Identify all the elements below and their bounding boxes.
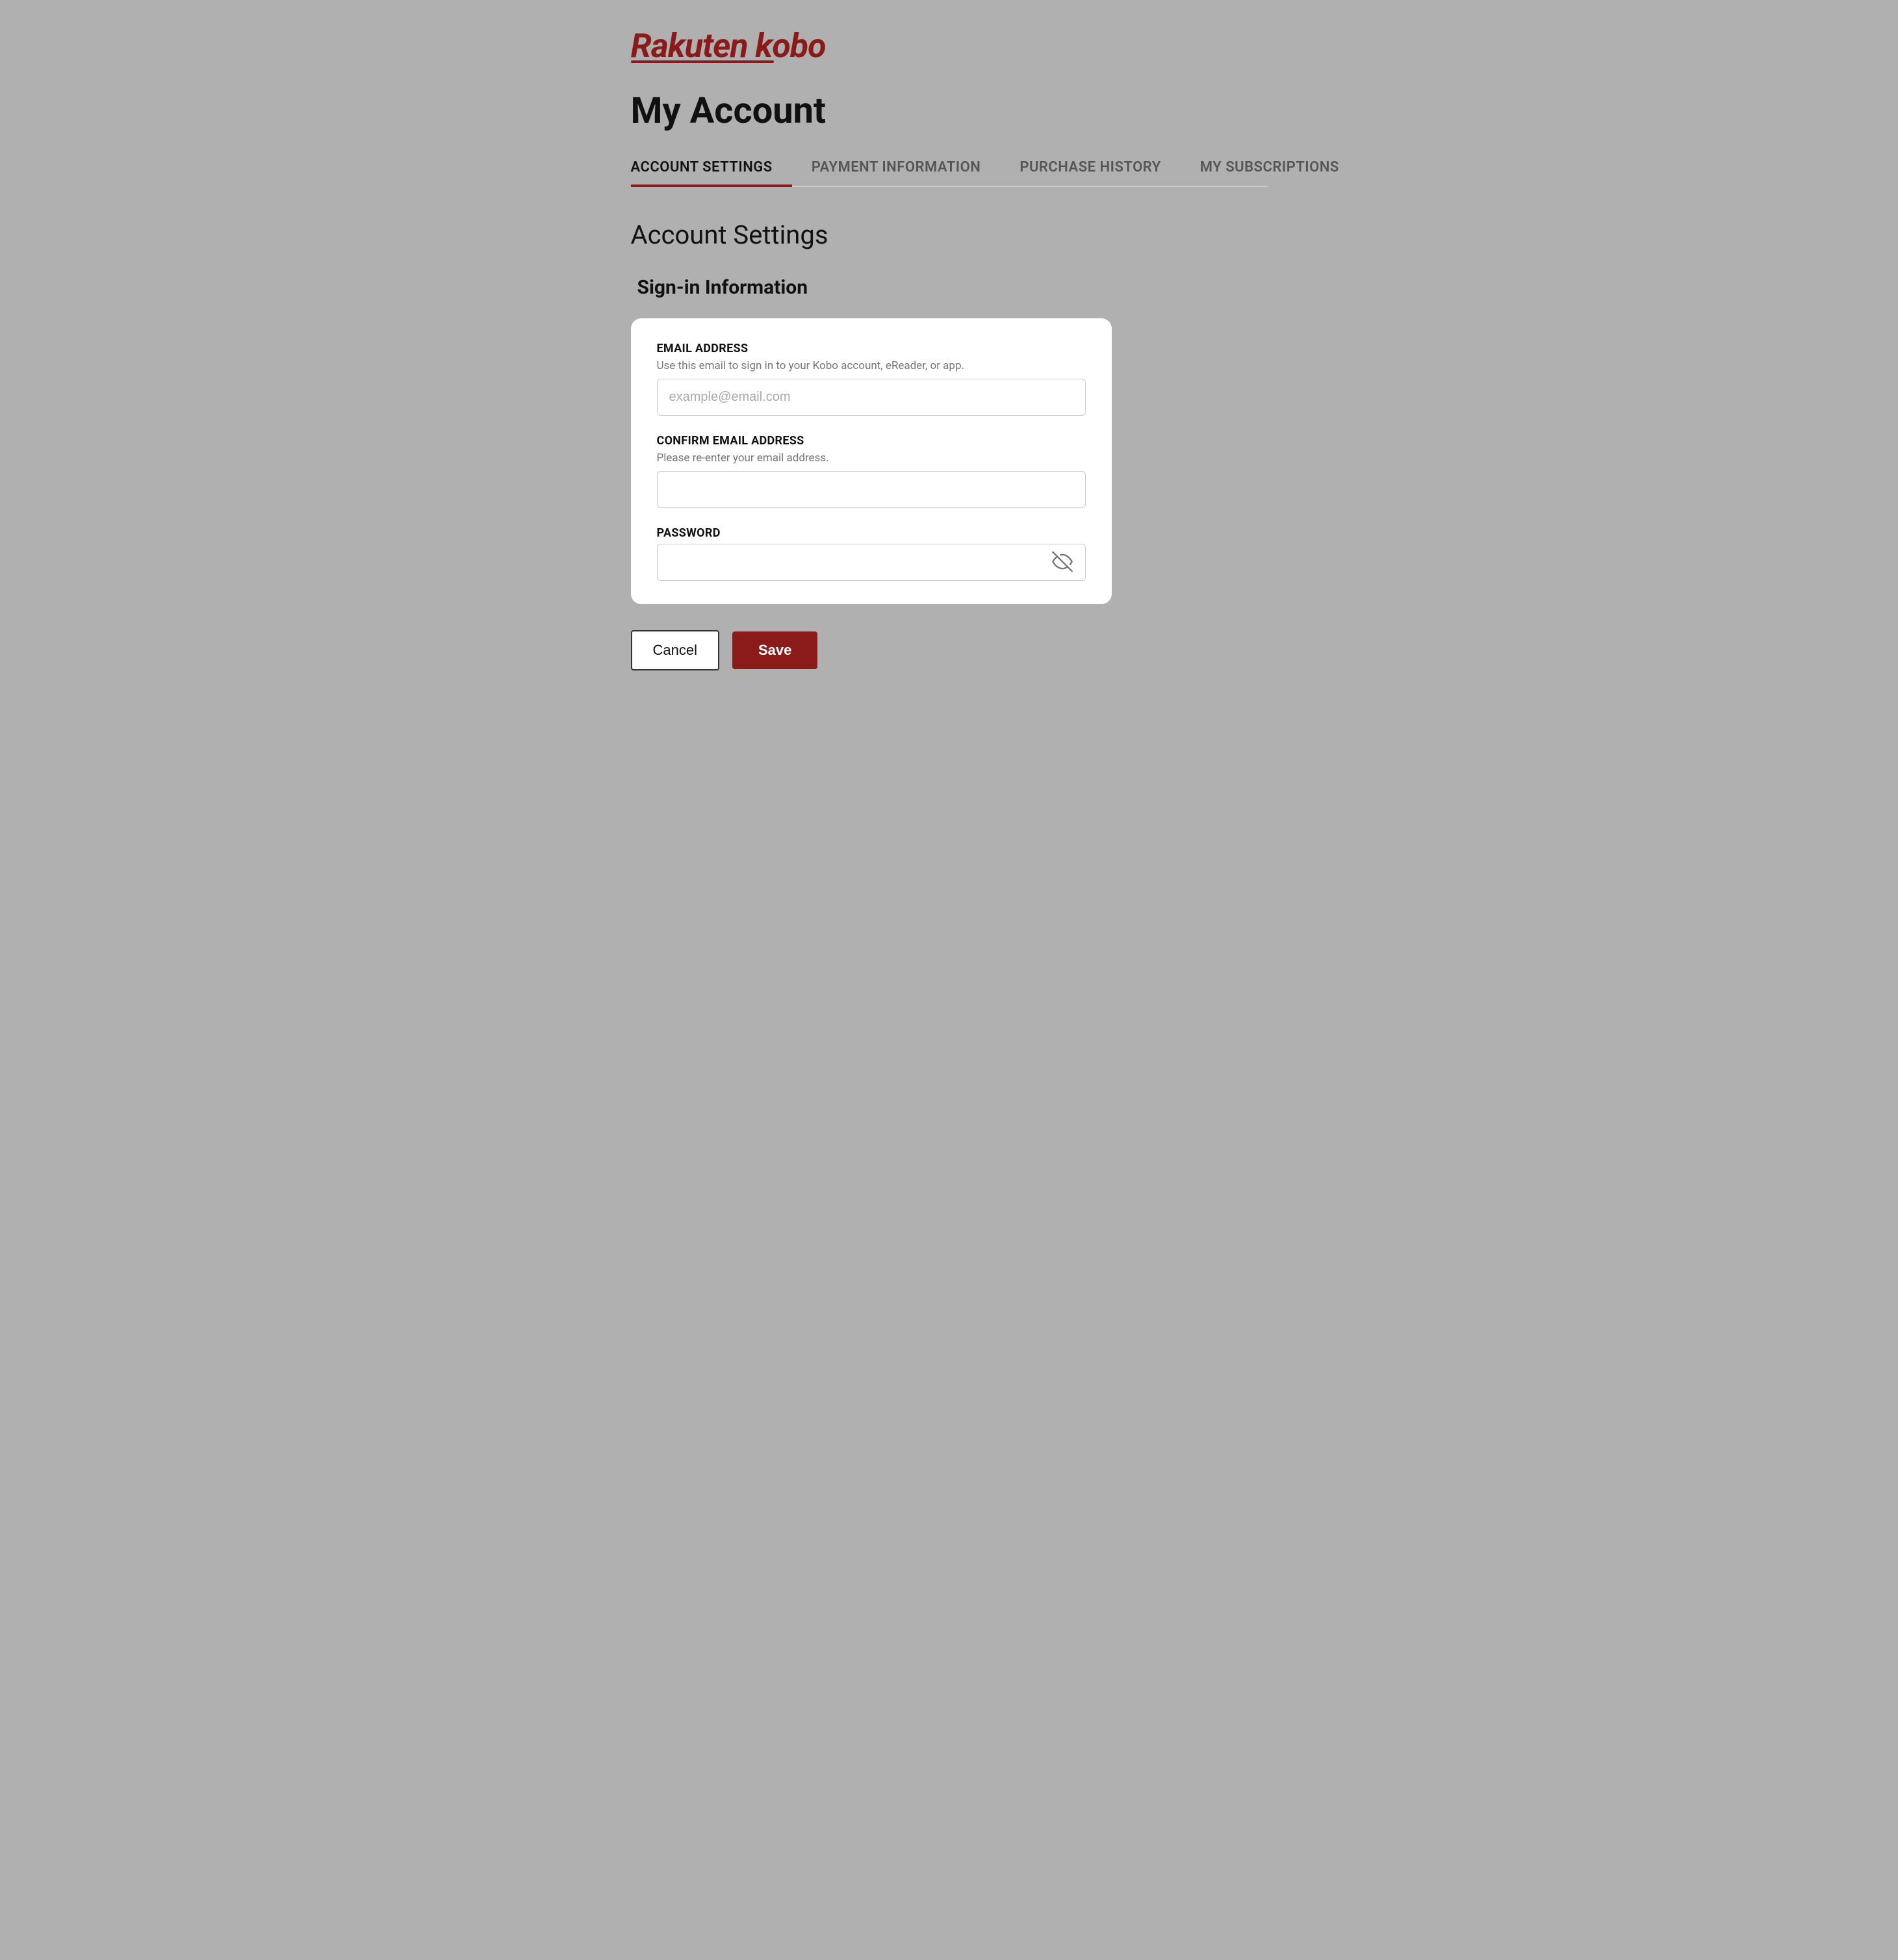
tab-purchase-history[interactable]: PURCHASE HISTORY: [1020, 151, 1180, 187]
form-card: EMAIL ADDRESS Use this email to sign in …: [631, 318, 1112, 604]
subsection-title: Sign-in Information: [631, 276, 1268, 299]
confirm-email-field-group: CONFIRM EMAIL ADDRESS Please re-enter yo…: [657, 434, 1086, 508]
email-input-wrapper: [657, 379, 1086, 416]
tabs-bar: ACCOUNT SETTINGS PAYMENT INFORMATION PUR…: [631, 151, 1268, 187]
tab-account-settings[interactable]: ACCOUNT SETTINGS: [631, 151, 792, 187]
password-label: PASSWORD: [657, 526, 1086, 540]
logo: Rakuten kobo: [631, 26, 1268, 66]
password-input[interactable]: [657, 544, 1086, 581]
confirm-email-description: Please re-enter your email address.: [657, 452, 1086, 465]
save-button[interactable]: Save: [732, 631, 817, 669]
logo-area: Rakuten kobo: [631, 26, 1268, 63]
eye-slash-icon: [1052, 551, 1073, 572]
cancel-button[interactable]: Cancel: [631, 630, 719, 670]
password-input-wrapper: [657, 544, 1086, 581]
tab-payment-information[interactable]: PAYMENT INFORMATION: [812, 151, 1001, 187]
email-field-group: EMAIL ADDRESS Use this email to sign in …: [657, 342, 1086, 416]
confirm-email-input-wrapper: [657, 471, 1086, 508]
tab-my-subscriptions[interactable]: MY SUBSCRIPTIONS: [1200, 151, 1359, 187]
section-title: Account Settings: [631, 220, 1268, 250]
email-description: Use this email to sign in to your Kobo a…: [657, 359, 1086, 372]
buttons-row: Cancel Save: [631, 630, 1268, 670]
page-title: My Account: [631, 89, 1268, 132]
confirm-email-label: CONFIRM EMAIL ADDRESS: [657, 434, 1086, 448]
email-label: EMAIL ADDRESS: [657, 342, 1086, 355]
email-input[interactable]: [657, 379, 1086, 416]
logo-rakuten: Rakuten: [631, 26, 748, 66]
confirm-email-input[interactable]: [657, 471, 1086, 508]
logo-kobo: kobo: [755, 26, 825, 66]
toggle-password-visibility-button[interactable]: [1049, 548, 1075, 576]
password-field-group: PASSWORD: [657, 526, 1086, 581]
